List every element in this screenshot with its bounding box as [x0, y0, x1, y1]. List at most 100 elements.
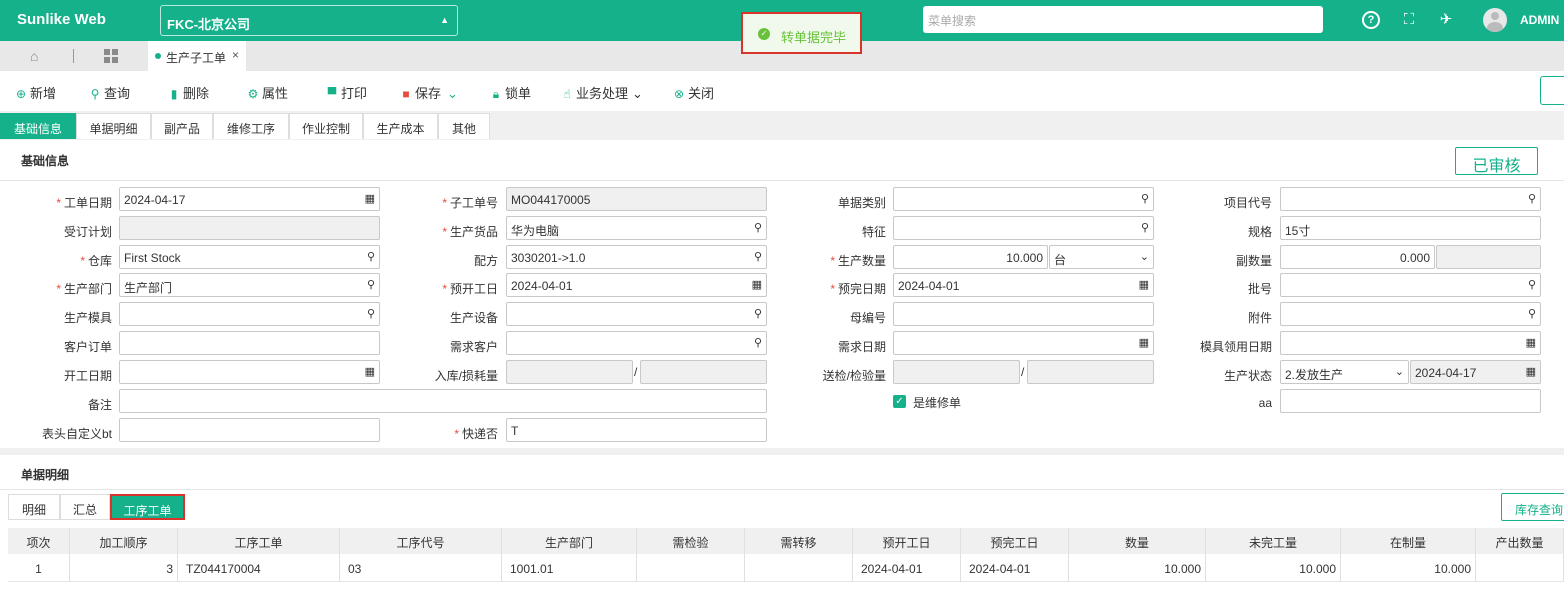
mold-date-field[interactable]: ▦ — [1280, 331, 1541, 355]
tab-repair-process[interactable]: 维修工序 — [213, 113, 289, 139]
start-date-field[interactable]: ▦ — [119, 360, 380, 384]
tab-by-product[interactable]: 副产品 — [151, 113, 213, 139]
query-button[interactable]: ⚲ 查询 — [88, 83, 130, 102]
column-header[interactable]: 预开工日 — [853, 528, 961, 554]
delete-button[interactable]: ▮ 删除 — [167, 83, 209, 102]
parent-no-field[interactable] — [893, 302, 1154, 326]
settings-button[interactable] — [1540, 76, 1564, 105]
table-cell[interactable]: 2024-04-01 — [961, 554, 1069, 582]
calendar-icon[interactable]: ▦ — [1139, 336, 1149, 349]
batch-field[interactable]: ⚲ — [1280, 273, 1541, 297]
planned-start-field[interactable]: 2024-04-01 ▦ — [506, 273, 767, 297]
apps-grid-icon[interactable] — [104, 49, 118, 63]
search-icon[interactable]: ⚲ — [754, 336, 762, 349]
order-date-field[interactable]: 2024-04-17 ▦ — [119, 187, 380, 211]
column-header[interactable]: 数量 — [1069, 528, 1206, 554]
express-field[interactable]: T — [506, 418, 767, 442]
column-header[interactable]: 工序工单 — [178, 528, 340, 554]
calendar-icon[interactable]: ▦ — [1139, 278, 1149, 291]
table-cell[interactable] — [1476, 554, 1564, 582]
dept-field[interactable]: 生产部门 ⚲ — [119, 273, 380, 297]
table-cell[interactable]: 10.000 — [1069, 554, 1206, 582]
is-repair-checkbox[interactable]: ✓ — [893, 395, 906, 408]
avatar[interactable] — [1483, 8, 1507, 32]
planned-finish-field[interactable]: 2024-04-01 ▦ — [893, 273, 1154, 297]
tab-production-cost[interactable]: 生产成本 — [363, 113, 438, 139]
tab-basic-info[interactable]: 基础信息 — [0, 113, 76, 139]
broom-icon[interactable]: ✈ — [1437, 11, 1455, 29]
search-icon[interactable]: ⚲ — [1528, 278, 1536, 291]
column-header[interactable]: 未完工量 — [1206, 528, 1341, 554]
column-header[interactable]: 加工顺序 — [70, 528, 178, 554]
table-cell[interactable]: 10.000 — [1341, 554, 1476, 582]
new-button[interactable]: ⊕ 新增 — [14, 83, 56, 102]
unit-select[interactable]: 台 ⌄ — [1049, 245, 1154, 269]
search-icon[interactable]: ⚲ — [367, 307, 375, 320]
subtab-summary[interactable]: 汇总 — [60, 494, 110, 520]
spec-field[interactable]: 15寸 — [1280, 216, 1541, 240]
search-icon[interactable]: ⚲ — [1528, 192, 1536, 205]
table-cell[interactable]: 1001.01 — [502, 554, 637, 582]
search-icon[interactable]: ⚲ — [754, 250, 762, 263]
column-header[interactable]: 预完工日 — [961, 528, 1069, 554]
subtab-process-order[interactable]: 工序工单 — [110, 494, 185, 520]
menu-search-input[interactable]: 菜单搜索 — [923, 6, 1323, 33]
company-select[interactable]: FKC-北京公司 ▲ — [160, 5, 458, 36]
fullscreen-icon[interactable]: ⛶ — [1400, 11, 1418, 29]
search-icon[interactable]: ⚲ — [1141, 192, 1149, 205]
aa-field[interactable] — [1280, 389, 1541, 413]
home-icon[interactable]: ⌂ — [30, 48, 44, 64]
calendar-icon[interactable]: ▦ — [365, 192, 375, 205]
search-icon[interactable]: ⚲ — [754, 307, 762, 320]
tab-job-control[interactable]: 作业控制 — [289, 113, 363, 139]
calendar-icon[interactable]: ▦ — [752, 278, 762, 291]
prod-qty-field[interactable]: 10.000 — [893, 245, 1048, 269]
stock-query-button[interactable]: 库存查询 — [1501, 493, 1564, 521]
column-header[interactable]: 在制量 — [1341, 528, 1476, 554]
cust-order-field[interactable] — [119, 331, 380, 355]
table-cell[interactable] — [745, 554, 853, 582]
table-cell[interactable]: 03 — [340, 554, 502, 582]
help-icon[interactable]: ? — [1362, 11, 1380, 29]
table-row[interactable]: 1 3 TZ044170004 03 1001.01 2024-04-01 2024-04-… — [8, 554, 1564, 582]
prod-status-select[interactable]: 2.发放生产 ⌄ — [1280, 360, 1409, 384]
page-tab-production-suborder[interactable]: 生产子工单 × — [148, 41, 246, 71]
business-button[interactable]: ☝ 业务处理 ⌄ — [560, 83, 643, 102]
doc-type-field[interactable]: ⚲ — [893, 187, 1154, 211]
warehouse-field[interactable]: First Stock ⚲ — [119, 245, 380, 269]
calendar-icon[interactable]: ▦ — [1526, 336, 1536, 349]
table-cell[interactable]: 2024-04-01 — [853, 554, 961, 582]
column-header[interactable]: 项次 — [8, 528, 70, 554]
search-icon[interactable]: ⚲ — [367, 278, 375, 291]
search-icon[interactable]: ⚲ — [367, 250, 375, 263]
search-icon[interactable]: ⚲ — [1141, 221, 1149, 234]
calendar-icon[interactable]: ▦ — [365, 365, 375, 378]
attachment-field[interactable]: ⚲ — [1280, 302, 1541, 326]
tab-doc-detail[interactable]: 单据明细 — [76, 113, 151, 139]
search-icon[interactable]: ⚲ — [1528, 307, 1536, 320]
mold-field[interactable]: ⚲ — [119, 302, 380, 326]
recipe-field[interactable]: 3030201->1.0 ⚲ — [506, 245, 767, 269]
table-cell[interactable]: 3 — [70, 554, 178, 582]
lock-button[interactable]: 🔒︎ 锁单 — [489, 83, 531, 102]
search-icon[interactable]: ⚲ — [754, 221, 762, 234]
column-header[interactable]: 需转移 — [745, 528, 853, 554]
print-button[interactable]: ▀ 打印 — [325, 83, 367, 102]
subtab-detail[interactable]: 明细 — [8, 494, 60, 520]
column-header[interactable]: 产出数量 — [1476, 528, 1564, 554]
column-header[interactable]: 生产部门 — [502, 528, 637, 554]
close-tab-icon[interactable]: × — [232, 48, 239, 62]
table-cell[interactable]: TZ044170004 — [178, 554, 340, 582]
remark-field[interactable] — [119, 389, 767, 413]
sub-qty-field[interactable]: 0.000 — [1280, 245, 1435, 269]
feature-field[interactable]: ⚲ — [893, 216, 1154, 240]
demand-date-field[interactable]: ▦ — [893, 331, 1154, 355]
product-field[interactable]: 华为电脑 ⚲ — [506, 216, 767, 240]
column-header[interactable]: 需检验 — [637, 528, 745, 554]
equipment-field[interactable]: ⚲ — [506, 302, 767, 326]
column-header[interactable]: 工序代号 — [340, 528, 502, 554]
table-cell[interactable]: 1 — [8, 554, 70, 582]
table-cell[interactable] — [637, 554, 745, 582]
tab-other[interactable]: 其他 — [438, 113, 490, 139]
user-name[interactable]: ADMIN — [1520, 13, 1559, 27]
